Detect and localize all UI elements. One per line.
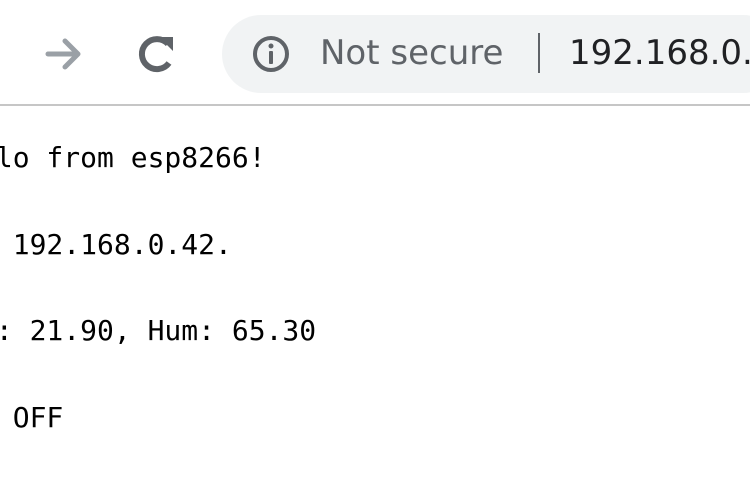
info-circle-icon (253, 36, 289, 72)
address-bar[interactable]: Not secure 192.168.0.4 (222, 15, 750, 93)
ip-address-text: 192.168.0.42. (0, 228, 232, 261)
arrow-forward-icon (45, 38, 81, 70)
status-text: : OFF (12, 401, 64, 434)
url-text[interactable]: 192.168.0.4 (569, 32, 750, 74)
browser-toolbar: Not secure 192.168.0.4 (0, 0, 750, 106)
info-icon[interactable] (251, 34, 291, 74)
forward-button[interactable] (38, 28, 90, 80)
not-secure-label[interactable]: Not secure (320, 32, 503, 74)
web-page-content: llo from esp8266! 192.168.0.42. p: 21.90… (0, 106, 750, 499)
url-separator (538, 33, 540, 73)
greeting-text: llo from esp8266! (0, 141, 266, 174)
reload-icon (138, 36, 173, 73)
sensor-reading-text: p: 21.90, Hum: 65.30 (0, 314, 317, 347)
reload-button[interactable] (130, 28, 182, 80)
